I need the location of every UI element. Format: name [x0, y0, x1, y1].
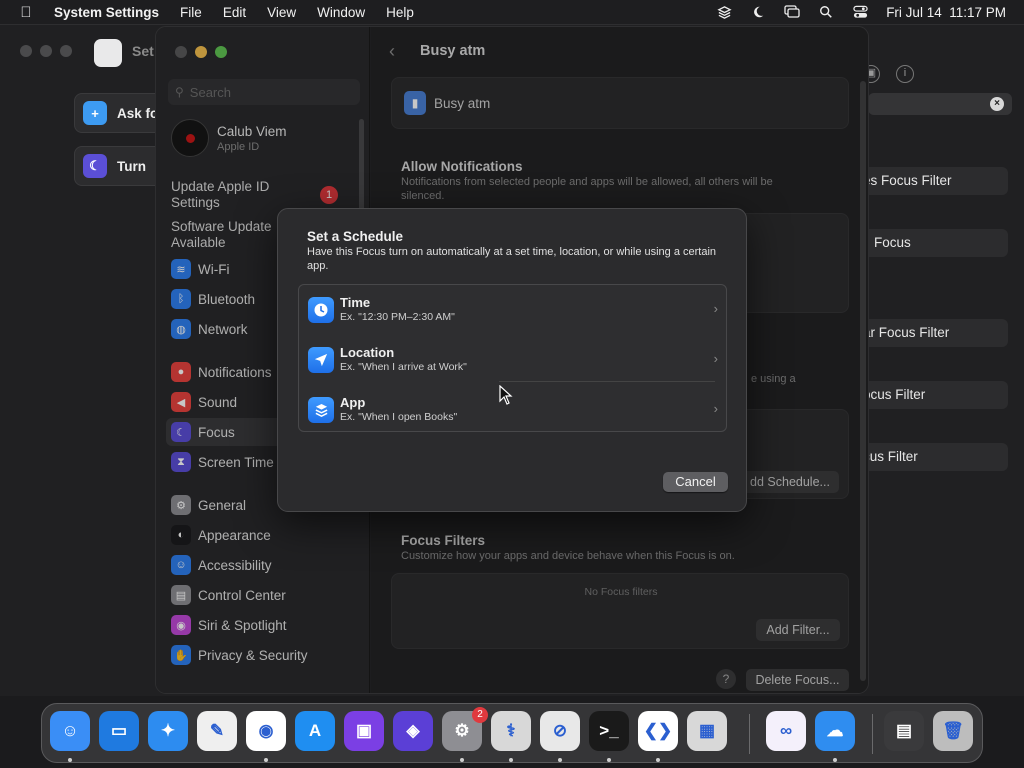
chevron-right-icon: ›: [713, 351, 718, 366]
set-schedule-sheet: Set a Schedule Have this Focus turn on a…: [277, 208, 747, 512]
running-indicator: [509, 758, 513, 762]
bg-filter-4[interactable]: ocus Filter: [858, 381, 1008, 409]
instruments-icon[interactable]: ⊘: [540, 711, 580, 751]
window-icon[interactable]: ▤: [884, 711, 924, 751]
schedule-option-time[interactable]: Time Ex. "12:30 PM–2:30 AM" ›: [299, 285, 728, 335]
option-time-subtitle: Ex. "12:30 PM–2:30 AM": [340, 311, 455, 323]
running-indicator: [264, 758, 268, 762]
menu-help[interactable]: Help: [386, 5, 414, 20]
bg-filter-1[interactable]: es Focus Filter: [858, 167, 1008, 195]
visual-studio-icon[interactable]: ∞: [766, 711, 806, 751]
menu-window[interactable]: Window: [317, 5, 365, 20]
keynote-icon[interactable]: ▭: [99, 711, 139, 751]
dock: ☺ ▭ ✦ ✎ ◉ A ▣ ◈ ⚙ ⚕ ⊘ >_ ❮❯ ▦ ∞ ☁ ▤ 🗑: [41, 703, 983, 763]
purple-app-icon[interactable]: ▣: [344, 711, 384, 751]
location-arrow-icon: [308, 347, 334, 373]
settings-badge: 2: [472, 707, 488, 723]
bg-filter-5[interactable]: cus Filter: [858, 443, 1008, 471]
stethoscope-icon[interactable]: ⚕: [491, 711, 531, 751]
shortcut-turn-label: Turn: [117, 158, 146, 174]
weather-icon[interactable]: ☁: [815, 711, 855, 751]
bg-zoom-button[interactable]: [60, 45, 72, 57]
shortcut-ask-label: Ask fo: [117, 105, 159, 121]
menu-edit[interactable]: Edit: [223, 5, 246, 20]
chevron-right-icon: ›: [713, 401, 718, 416]
sheet-description: Have this Focus turn on automatically at…: [307, 246, 717, 272]
compass-icon[interactable]: ✦: [148, 711, 188, 751]
bg-close-button[interactable]: [20, 45, 32, 57]
moon-icon[interactable]: [750, 4, 766, 20]
launchpad-icon[interactable]: ▦: [687, 711, 727, 751]
menu-view[interactable]: View: [267, 5, 296, 20]
bg-window-title: Set: [132, 43, 154, 59]
app-stack-icon: [308, 397, 334, 423]
chrome-icon[interactable]: ◉: [246, 711, 286, 751]
schedule-option-app[interactable]: App Ex. "When I open Books" ›: [299, 385, 728, 435]
option-app-title: App: [340, 395, 366, 410]
menu-bar:  System Settings File Edit View Window …: [0, 0, 1024, 24]
search-icon[interactable]: [818, 4, 834, 20]
dock-separator: [872, 714, 873, 754]
bg-search-field[interactable]: ×: [868, 93, 1012, 115]
option-location-title: Location: [340, 345, 395, 360]
bg-filter-2[interactable]: Focus: [858, 229, 1008, 257]
chevron-right-icon: ›: [713, 301, 718, 316]
vscode-icon[interactable]: ❮❯: [638, 711, 678, 751]
option-location-subtitle: Ex. "When I arrive at Work": [340, 361, 467, 373]
running-indicator: [656, 758, 660, 762]
running-indicator: [558, 758, 562, 762]
option-divider: [499, 381, 715, 382]
app-store-icon[interactable]: A: [295, 711, 335, 751]
trash-icon[interactable]: 🗑: [933, 711, 973, 751]
bg-filter-3[interactable]: ar Focus Filter: [858, 319, 1008, 347]
menu-clock[interactable]: Fri Jul 14 11:17 PM: [886, 5, 1006, 20]
running-indicator: [833, 758, 837, 762]
shortcuts-icon[interactable]: ◈: [393, 711, 433, 751]
bg-minimize-button[interactable]: [40, 45, 52, 57]
clock-icon: [308, 297, 334, 323]
option-app-subtitle: Ex. "When I open Books": [340, 411, 458, 423]
menu-file[interactable]: File: [180, 5, 202, 20]
running-indicator: [460, 758, 464, 762]
clear-search-icon[interactable]: ×: [990, 97, 1004, 111]
sheet-title: Set a Schedule: [307, 229, 404, 244]
menu-app-name[interactable]: System Settings: [54, 5, 159, 20]
control-center-icon[interactable]: [852, 4, 868, 20]
running-indicator: [607, 758, 611, 762]
schedule-option-location[interactable]: Location Ex. "When I arrive at Work" ›: [299, 335, 728, 385]
layers-icon[interactable]: [716, 4, 732, 20]
textedit-icon[interactable]: ✎: [197, 711, 237, 751]
moon-icon: ☾: [83, 154, 107, 178]
apple-menu-icon[interactable]: : [14, 4, 38, 21]
bg-app-icon: [94, 39, 122, 67]
option-time-title: Time: [340, 295, 371, 310]
shortcut-ask[interactable]: + Ask fo: [74, 93, 164, 133]
terminal-icon[interactable]: >_: [589, 711, 629, 751]
info-icon[interactable]: i: [896, 65, 914, 83]
running-indicator: [68, 758, 72, 762]
mouse-pointer-icon: [499, 384, 513, 410]
shortcut-turn[interactable]: ☾ Turn: [74, 146, 164, 186]
finder-icon[interactable]: ☺: [50, 711, 90, 751]
chat-plus-icon: +: [83, 101, 107, 125]
screen-mirroring-icon[interactable]: [784, 4, 800, 20]
cancel-button[interactable]: Cancel: [663, 472, 728, 492]
dock-separator: [749, 714, 750, 754]
